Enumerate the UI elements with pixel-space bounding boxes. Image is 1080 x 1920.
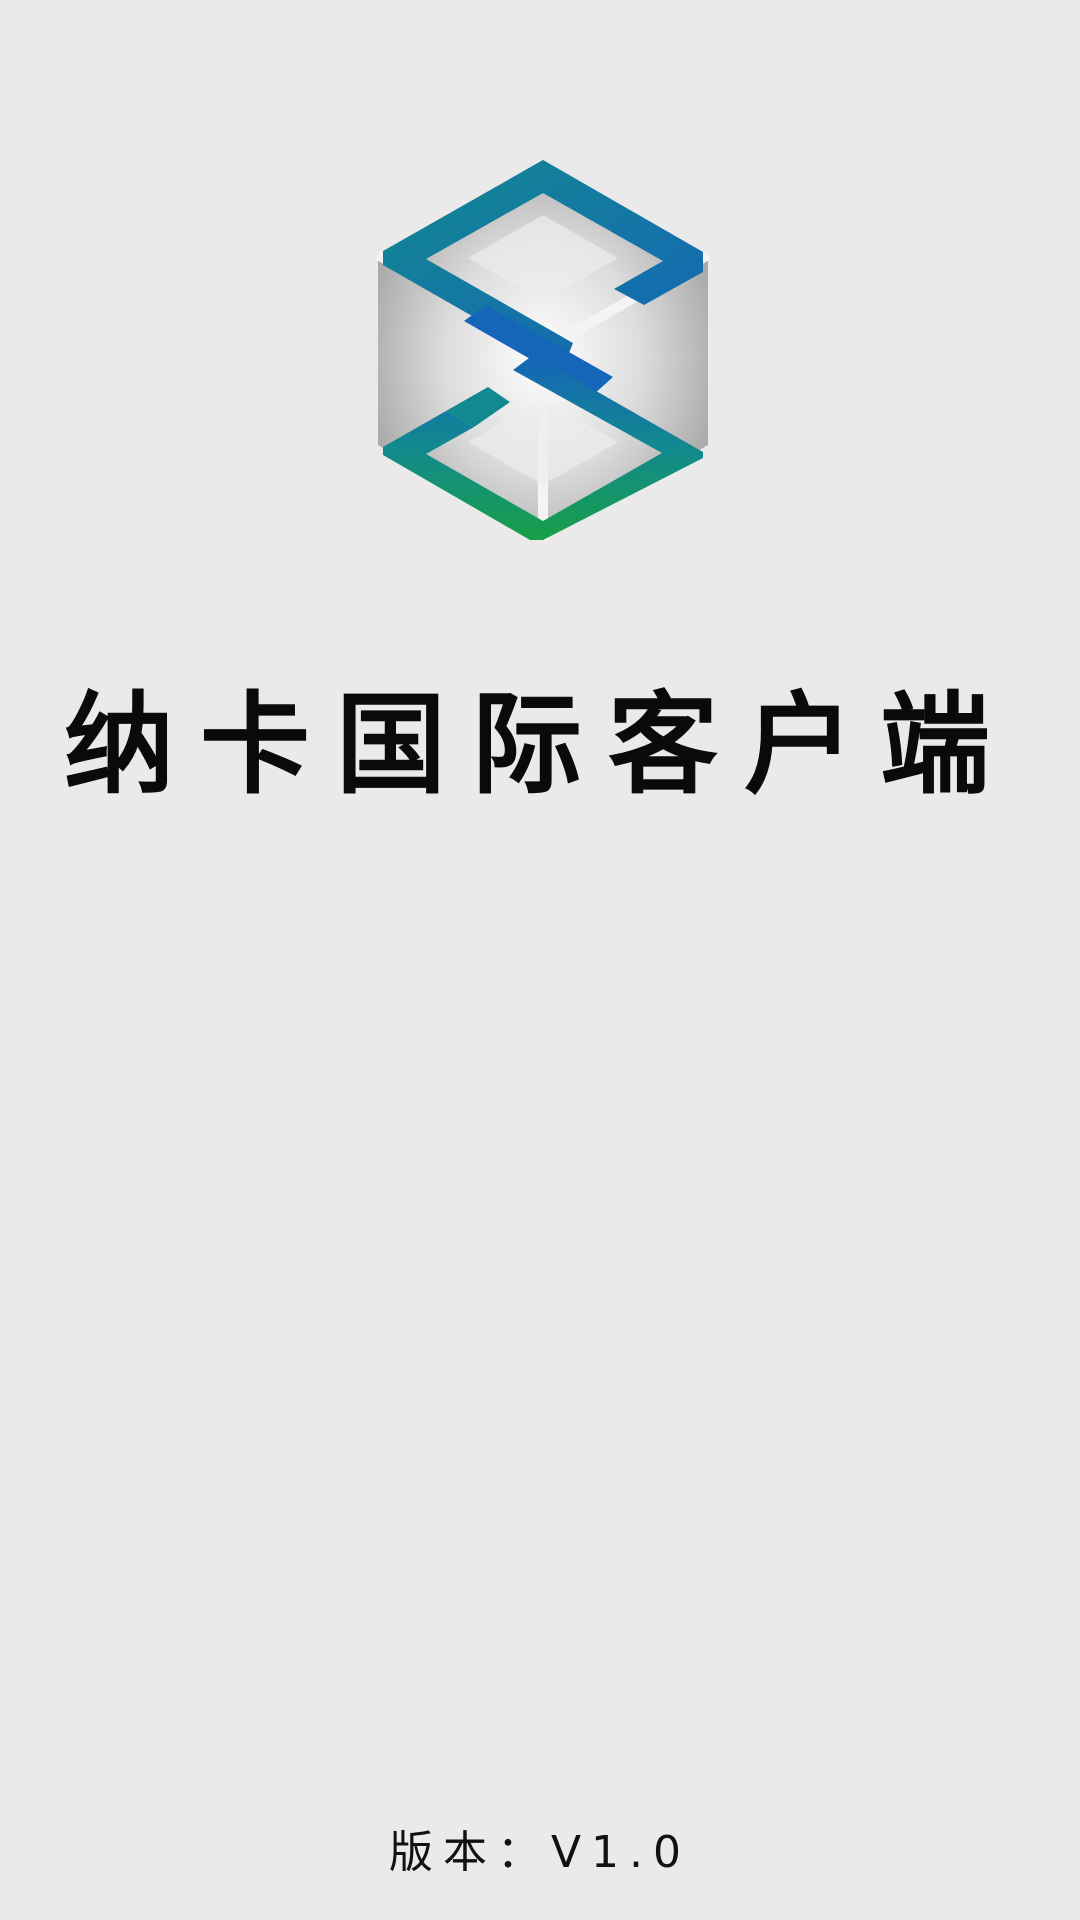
version-label: 版本：V1.0 [388, 1827, 692, 1878]
splash-screen: 纳卡国际客户端 版本：V1.0 [0, 0, 1080, 1920]
app-title: 纳卡国际客户端 [64, 681, 1016, 809]
hexagon-s-logo-icon [375, 160, 711, 540]
